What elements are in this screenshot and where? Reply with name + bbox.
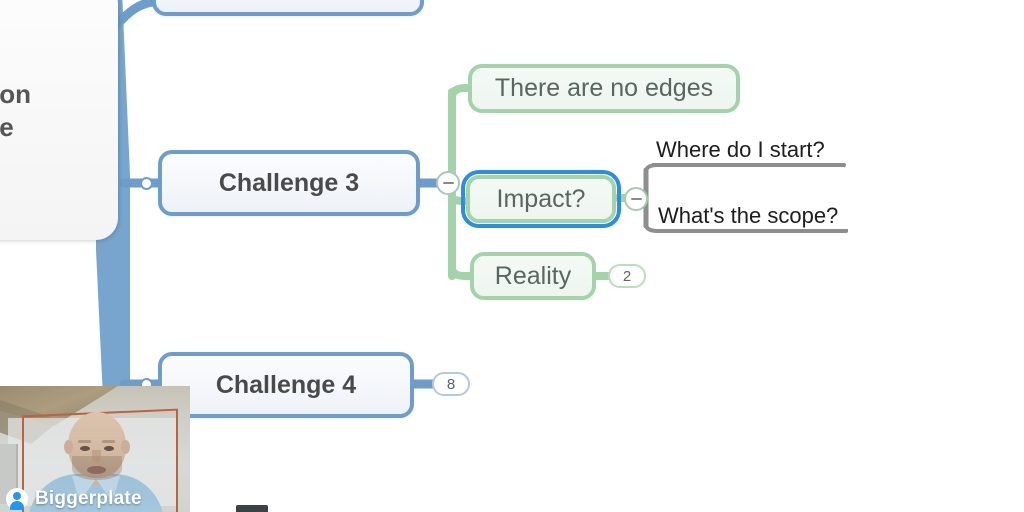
collapse-toggle-challenge-3[interactable] [436, 171, 460, 195]
webcam-overlay[interactable]: Biggerplate [0, 386, 190, 512]
badge-reality-value: 2 [622, 267, 632, 285]
node-there-are-no-edges[interactable]: There are no edges [468, 64, 740, 113]
node-challenge-4[interactable]: Challenge 4 [158, 352, 414, 418]
badge-challenge-4-count[interactable]: 8 [432, 372, 470, 396]
cropped-bottom-marks [390, 503, 420, 512]
root-node-line2: le [0, 112, 14, 142]
root-node-line1: ion [0, 78, 31, 109]
cropped-top-node[interactable] [152, 0, 424, 16]
branch-dot-challenge-3 [140, 177, 153, 190]
node-challenge-4-label: Challenge 4 [215, 370, 357, 399]
node-challenge-3-label: Challenge 3 [218, 168, 360, 197]
node-where-do-i-start[interactable]: Where do I start? [652, 136, 844, 166]
root-node[interactable]: ion le [0, 0, 118, 240]
node-where-do-i-start-label: Where do I start? [656, 136, 825, 162]
badge-challenge-4-value: 8 [446, 375, 456, 393]
node-reality[interactable]: Reality [470, 252, 596, 300]
node-there-are-no-edges-label: There are no edges [494, 74, 714, 102]
webcam-brand-label: Biggerplate [35, 488, 142, 509]
node-reality-label: Reality [494, 261, 572, 290]
minus-icon [630, 198, 642, 200]
node-whats-the-scope[interactable]: What's the scope? [654, 202, 848, 232]
badge-reality-count[interactable]: 2 [608, 264, 646, 288]
webcam-brand-bar: Biggerplate [0, 486, 190, 512]
node-whats-the-scope-label: What's the scope? [658, 202, 839, 228]
minus-icon [442, 182, 454, 184]
node-challenge-3[interactable]: Challenge 3 [158, 150, 420, 216]
collapse-toggle-impact[interactable] [624, 187, 648, 211]
mindmap-canvas[interactable]: ion le Challenge 3 There are no edges Im… [0, 0, 1024, 512]
node-impact-label: Impact? [496, 184, 586, 213]
node-impact[interactable]: Impact? [461, 170, 621, 228]
cropped-toolbar-element[interactable] [236, 505, 268, 512]
person-avatar-icon [6, 488, 28, 510]
